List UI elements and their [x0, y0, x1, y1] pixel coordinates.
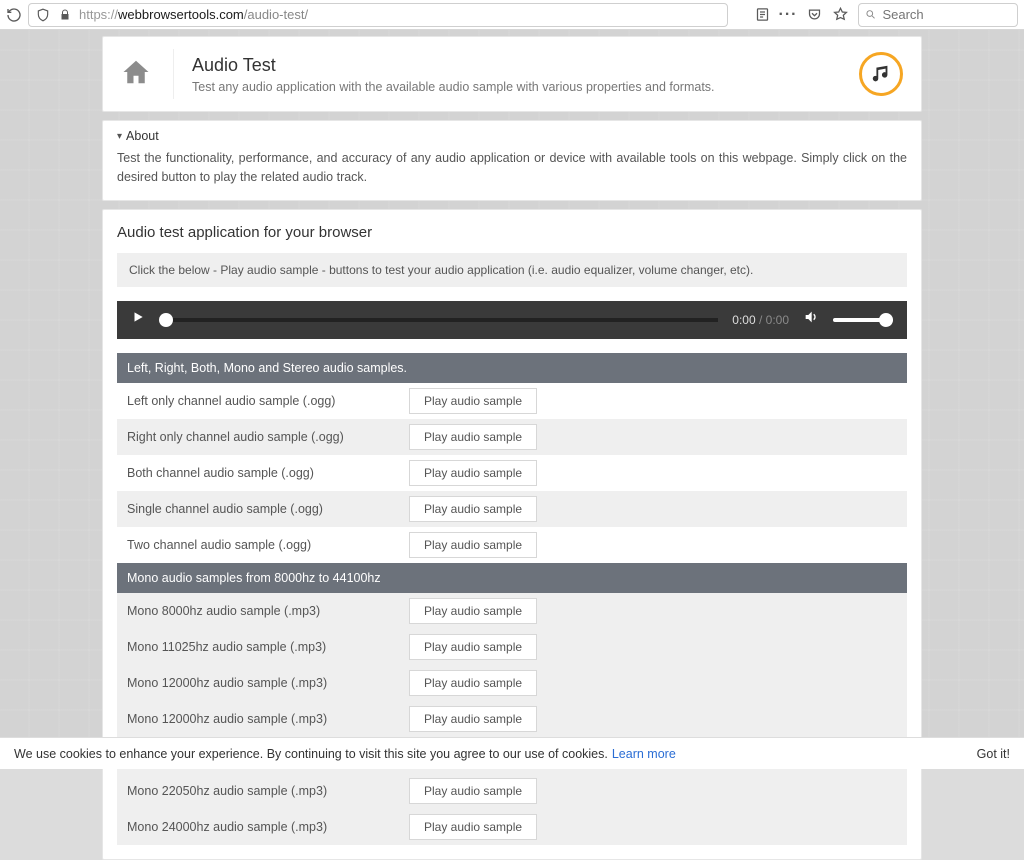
reload-icon[interactable] [6, 7, 22, 23]
lock-icon [57, 7, 73, 23]
row-label: Mono 22050hz audio sample (.mp3) [127, 784, 397, 798]
section-head-mono: Mono audio samples from 8000hz to 44100h… [117, 563, 907, 593]
info-bar: Click the below - Play audio sample - bu… [117, 253, 907, 287]
audio-player: 0:00 / 0:00 [117, 301, 907, 339]
play-sample-button[interactable]: Play audio sample [409, 424, 537, 450]
app-heading: Audio test application for your browser [117, 224, 907, 241]
play-sample-button[interactable]: Play audio sample [409, 670, 537, 696]
play-sample-button[interactable]: Play audio sample [409, 460, 537, 486]
table-row: Mono 22050hz audio sample (.mp3) Play aud… [117, 773, 907, 809]
shield-icon [35, 7, 51, 23]
pocket-icon[interactable] [806, 7, 822, 23]
cookie-bar: We use cookies to enhance your experienc… [0, 737, 1024, 769]
row-label: Mono 12000hz audio sample (.mp3) [127, 676, 397, 690]
play-sample-button[interactable]: Play audio sample [409, 814, 537, 840]
cookie-learn-more-link[interactable]: Learn more [612, 747, 676, 761]
row-label: Mono 8000hz audio sample (.mp3) [127, 604, 397, 618]
row-label: Two channel audio sample (.ogg) [127, 538, 397, 552]
url-bar[interactable]: https://webbrowsertools.com/audio-test/ [28, 3, 728, 27]
table-row: Mono 12000hz audio sample (.mp3) Play aud… [117, 665, 907, 701]
about-text: Test the functionality, performance, and… [117, 149, 907, 188]
table-row: Right only channel audio sample (.ogg) Pl… [117, 419, 907, 455]
page-container: Audio Test Test any audio application wi… [0, 30, 1024, 769]
play-sample-button[interactable]: Play audio sample [409, 706, 537, 732]
browser-toolbar: https://webbrowsertools.com/audio-test/ … [0, 0, 1024, 30]
row-label: Mono 11025hz audio sample (.mp3) [127, 640, 397, 654]
music-badge-icon [859, 52, 903, 96]
table-row: Two channel audio sample (.ogg) Play audi… [117, 527, 907, 563]
page-actions-icon[interactable]: ··· [780, 7, 796, 23]
row-label: Mono 12000hz audio sample (.mp3) [127, 712, 397, 726]
table-row: Mono 24000hz audio sample (.mp3) Play aud… [117, 809, 907, 845]
table-row: Mono 11025hz audio sample (.mp3) Play aud… [117, 629, 907, 665]
play-sample-button[interactable]: Play audio sample [409, 778, 537, 804]
bookmark-star-icon[interactable] [832, 7, 848, 23]
table-row: Single channel audio sample (.ogg) Play a… [117, 491, 907, 527]
reader-mode-icon[interactable] [754, 7, 770, 23]
header-card: Audio Test Test any audio application wi… [102, 36, 922, 112]
header-separator [173, 49, 174, 99]
play-sample-button[interactable]: Play audio sample [409, 532, 537, 558]
about-toggle[interactable]: About [117, 129, 907, 143]
play-sample-button[interactable]: Play audio sample [409, 598, 537, 624]
row-label: Mono 24000hz audio sample (.mp3) [127, 820, 397, 834]
section-head-channels: Left, Right, Both, Mono and Stereo audio… [117, 353, 907, 383]
table-row: Both channel audio sample (.ogg) Play aud… [117, 455, 907, 491]
row-label: Right only channel audio sample (.ogg) [127, 430, 397, 444]
volume-icon[interactable] [803, 309, 819, 330]
time-display: 0:00 / 0:00 [732, 313, 789, 327]
table-row: Mono 12000hz audio sample (.mp3) Play aud… [117, 701, 907, 737]
cookie-gotit-button[interactable]: Got it! [977, 747, 1010, 761]
seek-track[interactable] [159, 318, 718, 322]
page-subtitle: Test any audio application with the avai… [192, 80, 841, 94]
home-icon[interactable] [121, 57, 155, 91]
search-input[interactable] [882, 7, 1011, 22]
table-row: Left only channel audio sample (.ogg) Pla… [117, 383, 907, 419]
row-label: Single channel audio sample (.ogg) [127, 502, 397, 516]
table-row: Mono 8000hz audio sample (.mp3) Play audi… [117, 593, 907, 629]
row-label: Left only channel audio sample (.ogg) [127, 394, 397, 408]
about-card: About Test the functionality, performanc… [102, 120, 922, 201]
play-sample-button[interactable]: Play audio sample [409, 388, 537, 414]
page-title: Audio Test [192, 55, 841, 76]
cookie-text: We use cookies to enhance your experienc… [14, 747, 608, 761]
url-text: https://webbrowsertools.com/audio-test/ [79, 7, 308, 22]
search-bar[interactable] [858, 3, 1018, 27]
volume-track[interactable] [833, 318, 893, 322]
play-sample-button[interactable]: Play audio sample [409, 496, 537, 522]
row-label: Both channel audio sample (.ogg) [127, 466, 397, 480]
play-button[interactable] [131, 310, 145, 329]
search-icon [865, 8, 876, 21]
play-sample-button[interactable]: Play audio sample [409, 634, 537, 660]
